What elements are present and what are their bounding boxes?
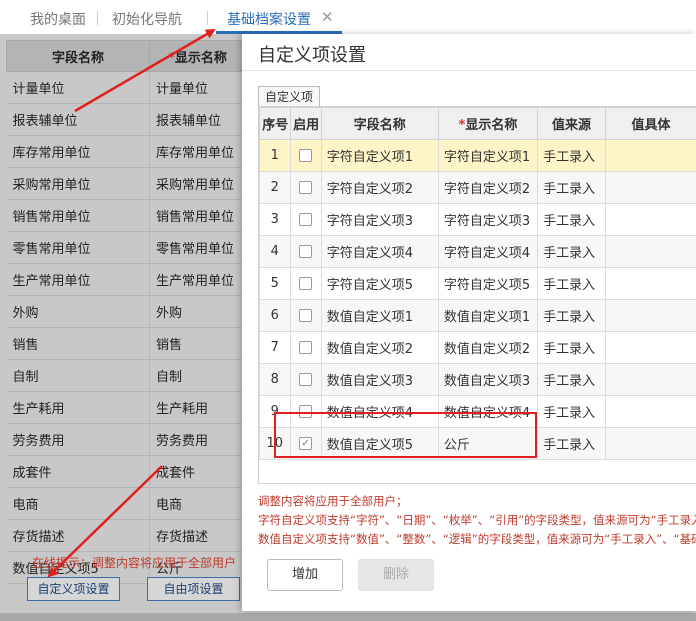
annotation-arrow	[74, 28, 216, 113]
annotation-highlight-box	[274, 412, 537, 458]
annotation-overlay	[47, 28, 537, 578]
annotation-arrow	[47, 465, 163, 578]
